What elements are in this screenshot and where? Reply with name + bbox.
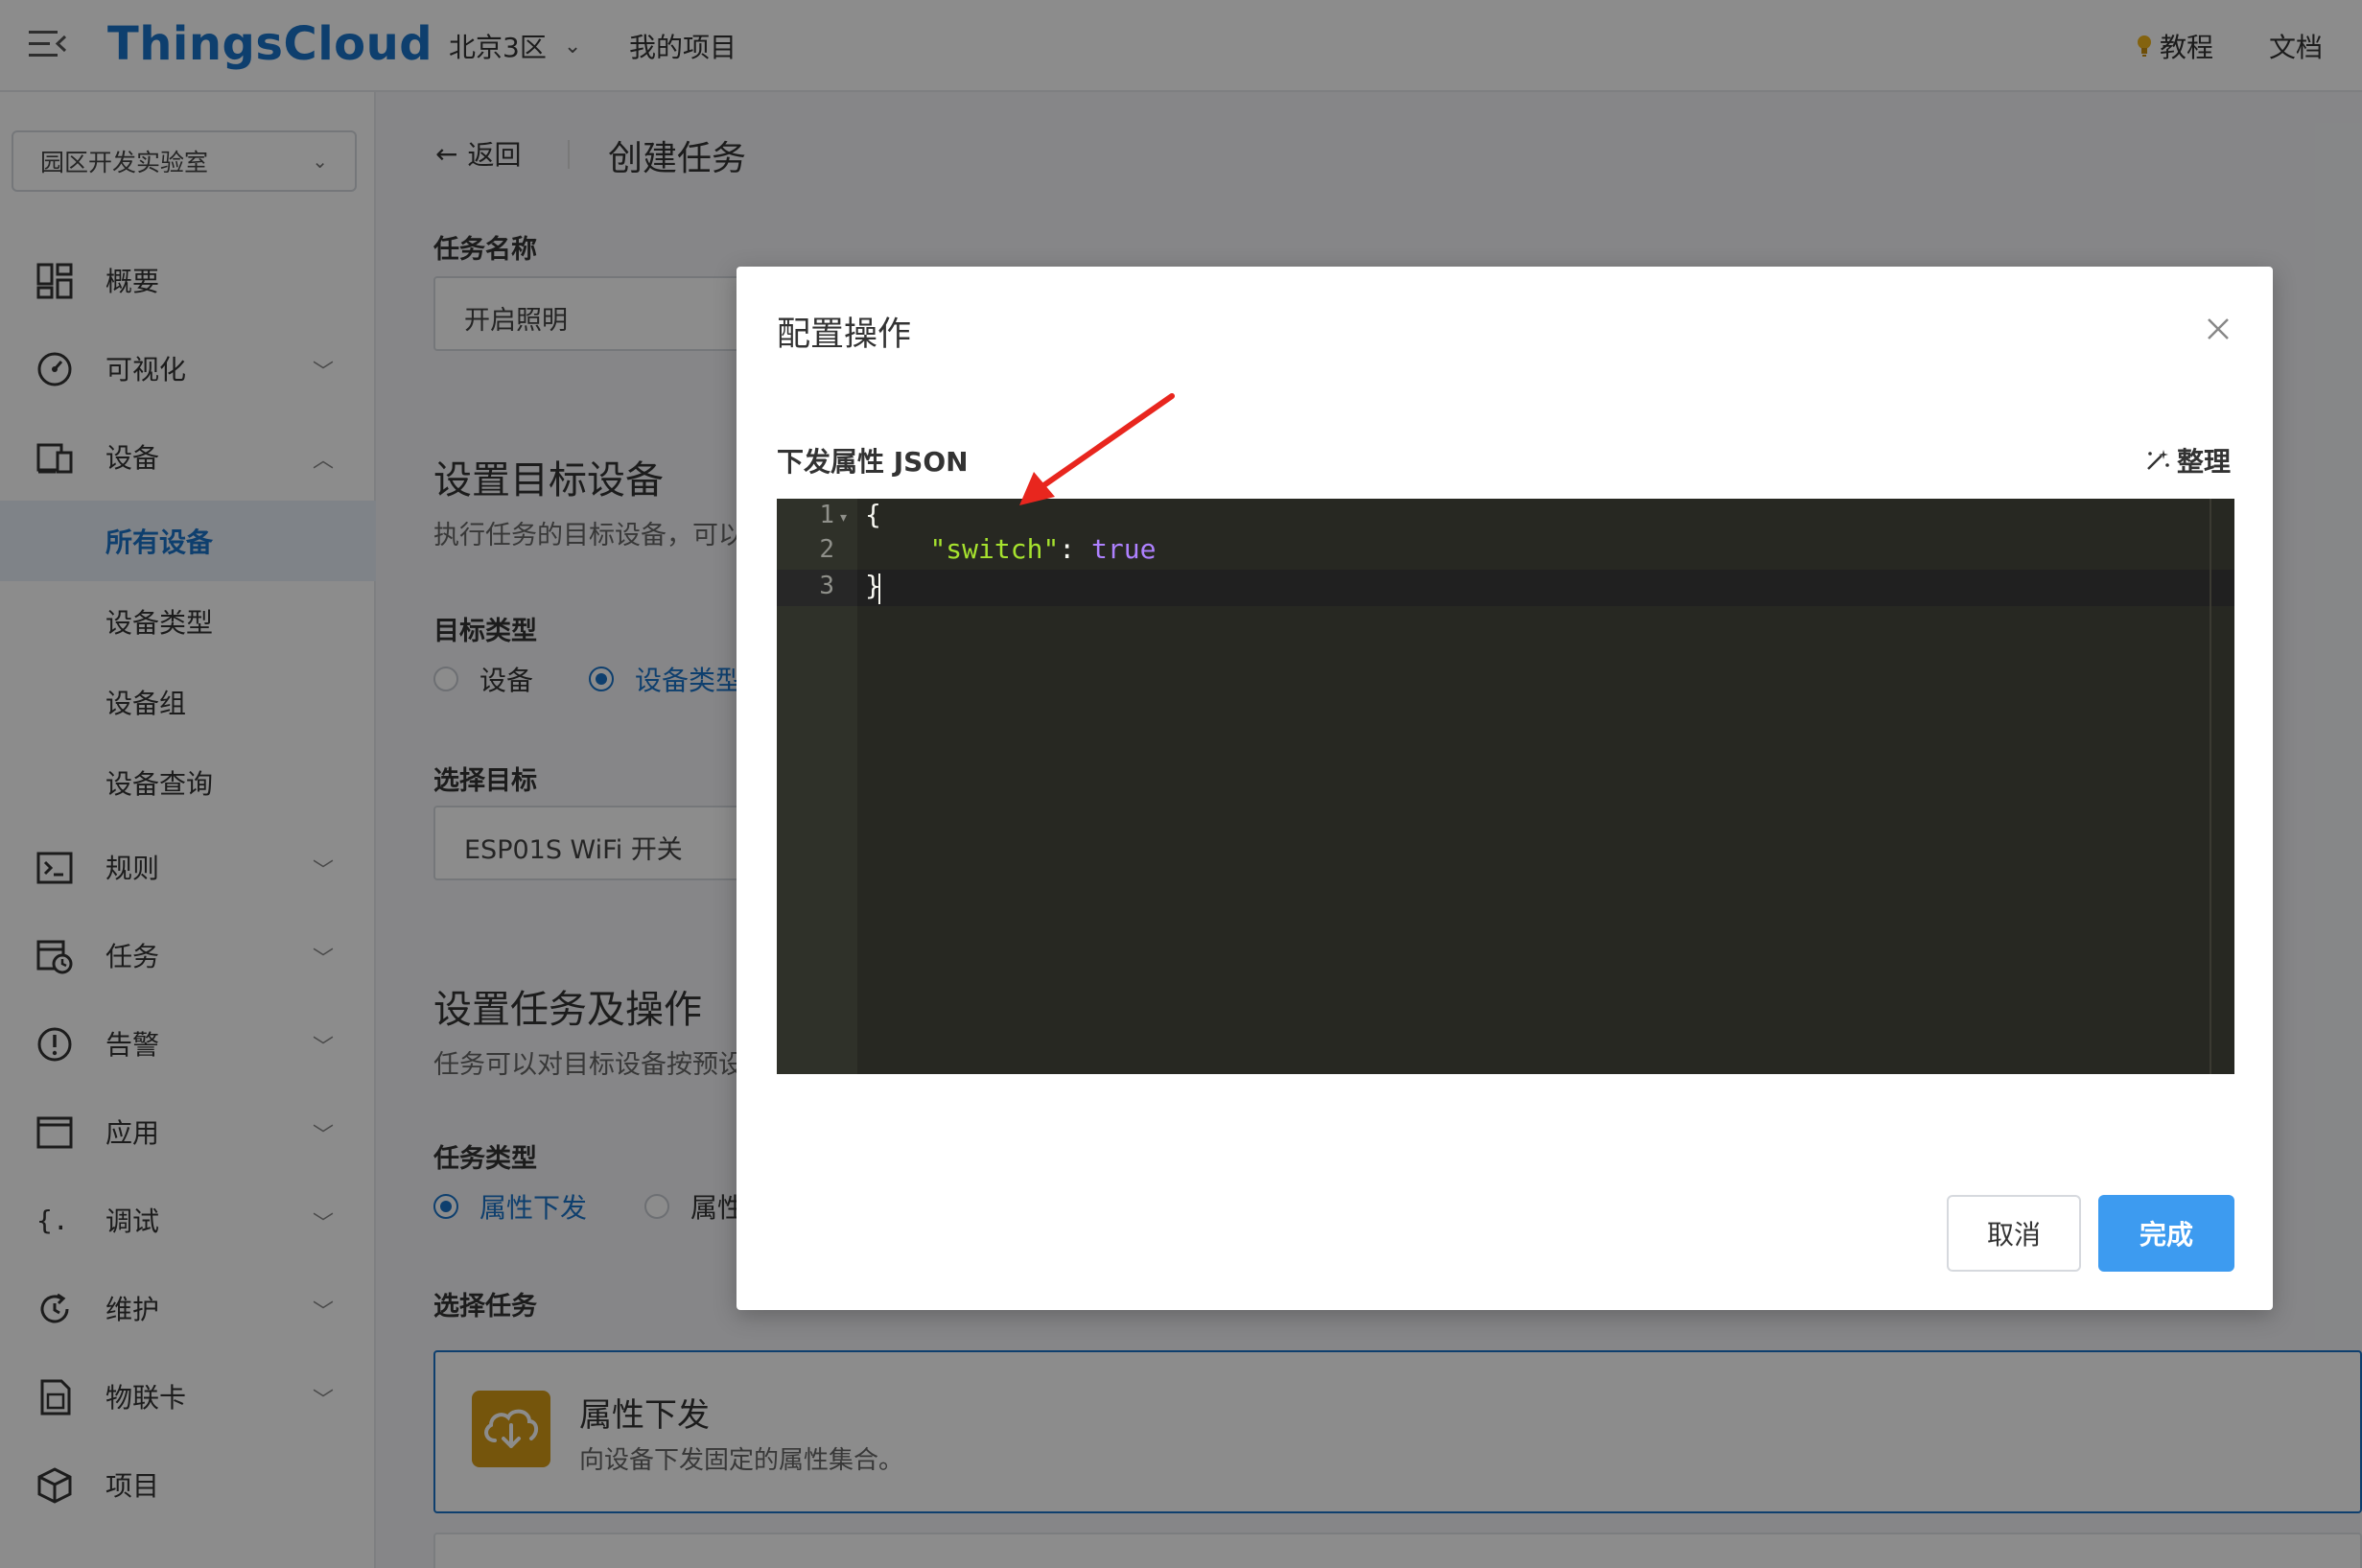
- code-line: "switch": true: [865, 533, 1156, 565]
- line-number: 3: [819, 572, 834, 600]
- code-line: {: [865, 499, 881, 530]
- json-value: true: [1091, 533, 1157, 565]
- done-button[interactable]: 完成: [2098, 1195, 2234, 1272]
- json-key: "switch": [929, 533, 1060, 565]
- line-number: 1: [819, 501, 834, 529]
- cancel-button[interactable]: 取消: [1947, 1195, 2081, 1272]
- text-cursor: [878, 573, 880, 604]
- print-margin: [2210, 499, 2211, 1074]
- format-button[interactable]: 整理: [2142, 441, 2231, 480]
- line-number: 2: [819, 535, 834, 564]
- fold-toggle-icon[interactable]: ▾: [840, 510, 847, 526]
- active-line-highlight: [777, 570, 2234, 606]
- config-modal: 配置操作 下发属性 JSON 整理 1 ▾ 2 3 { "switch": tr…: [737, 267, 2273, 1310]
- json-code-editor[interactable]: 1 ▾ 2 3 { "switch": true }: [777, 499, 2234, 1074]
- close-icon[interactable]: [2204, 315, 2233, 343]
- json-separator: :: [1059, 533, 1092, 565]
- format-label: 整理: [2177, 446, 2232, 478]
- modal-title: 配置操作: [777, 316, 912, 354]
- magic-wand-icon: [2147, 450, 2169, 470]
- json-field-label: 下发属性 JSON: [777, 446, 969, 478]
